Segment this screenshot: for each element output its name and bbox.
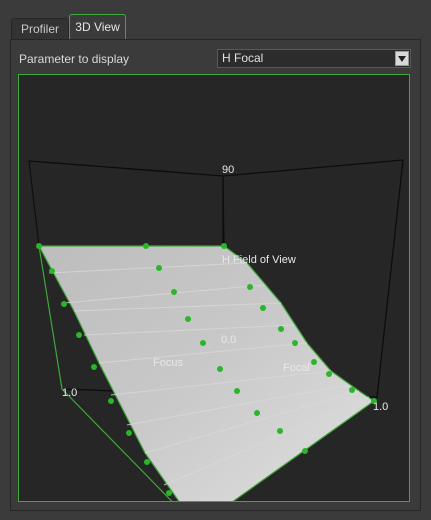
- control-point: [349, 387, 355, 393]
- focus-axis-label: Focus: [153, 357, 183, 369]
- control-point: [278, 326, 284, 332]
- control-point: [144, 459, 150, 465]
- box-edge-right-vertical: [376, 159, 404, 398]
- control-point: [311, 359, 317, 365]
- control-point: [221, 243, 227, 249]
- control-point: [200, 340, 206, 346]
- box-edge-top-right: [222, 159, 404, 177]
- control-point: [91, 364, 97, 370]
- control-point: [49, 268, 55, 274]
- control-point: [234, 388, 240, 394]
- control-point: [126, 430, 132, 436]
- box-edge-top-left: [28, 160, 224, 177]
- parameter-select[interactable]: H Focal: [217, 49, 411, 68]
- control-point: [302, 448, 308, 454]
- control-point: [277, 428, 283, 434]
- control-point: [108, 398, 114, 404]
- control-point: [171, 289, 177, 295]
- control-point: [217, 366, 223, 372]
- control-point: [326, 371, 332, 377]
- control-point: [166, 490, 172, 496]
- control-point: [156, 265, 162, 271]
- camera-calibration-window: Profiler 3D View Parameter to display H …: [0, 0, 431, 520]
- control-point: [185, 316, 191, 322]
- parameter-select-value: H Focal: [222, 51, 264, 65]
- tick-center-label: 0.0: [221, 334, 236, 346]
- tick-right-label: 1.0: [373, 401, 388, 413]
- control-point: [260, 305, 266, 311]
- control-point: [36, 243, 42, 249]
- focal-axis-label: Focal: [283, 362, 310, 374]
- tick-top-label: 90: [222, 164, 234, 176]
- tab-3d-view[interactable]: 3D View: [69, 14, 126, 40]
- control-point: [292, 340, 298, 346]
- control-point: [254, 410, 260, 416]
- tab-profiler[interactable]: Profiler: [11, 18, 69, 39]
- tick-left-label: 1.0: [62, 387, 77, 399]
- surface-polygon: [37, 245, 376, 501]
- control-point: [61, 301, 67, 307]
- vertical-axis-label: H Field of View: [222, 254, 296, 266]
- control-point: [247, 284, 253, 290]
- chevron-down-icon[interactable]: [395, 51, 409, 66]
- 3d-view-panel: Parameter to display H Focal 90 H Field …: [10, 39, 421, 511]
- 3d-viewport[interactable]: 90 H Field of View 0.0 Focus Focal 1.0 1…: [18, 74, 410, 502]
- surface-mesh: [28, 160, 378, 501]
- control-point: [76, 332, 82, 338]
- control-point: [143, 243, 149, 249]
- parameter-label: Parameter to display: [19, 52, 130, 66]
- 3d-plot-canvas: 90 H Field of View 0.0 Focus Focal 1.0 1…: [28, 159, 404, 501]
